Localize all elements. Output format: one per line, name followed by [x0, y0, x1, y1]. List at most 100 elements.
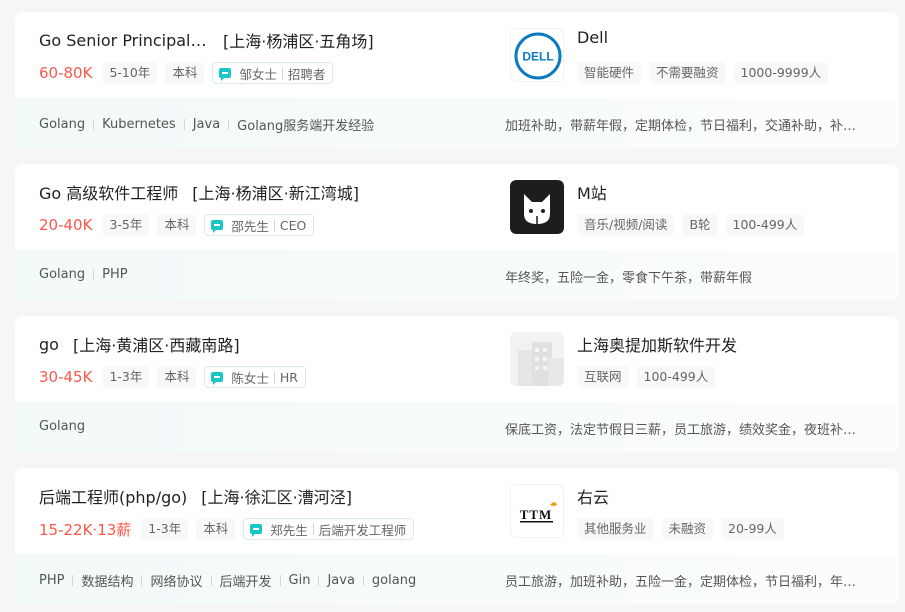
job-card[interactable]: Go 高级软件工程师 [上海·杨浦区·新江湾城] 20-40K 3-5年 本科 … — [15, 164, 899, 300]
divider — [93, 119, 95, 130]
divider — [210, 575, 212, 586]
skill-tag: Java — [327, 573, 355, 588]
salary: 15-22K·13薪 — [39, 520, 132, 539]
job-title[interactable]: go — [39, 335, 59, 354]
experience-tag: 1-3年 — [102, 366, 150, 388]
recruiter-title: 后端开发工程师 — [318, 522, 407, 538]
recruiter-name: 邵先生 — [231, 218, 269, 234]
divider — [318, 575, 320, 586]
divider — [228, 119, 230, 130]
job-card-header: go [上海·黄浦区·西藏南路] 30-45K 1-3年 本科 陈女士 HR 上… — [15, 316, 899, 402]
job-card-footer: Golang PHP 年终奖，五险一金，零食下午茶，带薪年假 — [15, 250, 899, 300]
skill-tag: Gin — [288, 573, 311, 588]
skill-tag: 数据结构 — [81, 575, 134, 590]
job-info-row: 60-80K 5-10年 本科 邹女士 招聘者 — [39, 62, 334, 84]
job-card-header: Go Senior Principal S... [上海·杨浦区·五角场] 60… — [15, 12, 899, 98]
company-funding: 不需要融资 — [649, 62, 726, 84]
company-size: 20-99人 — [721, 518, 784, 540]
divider — [273, 371, 275, 383]
benefits: 年终奖，五险一金，零食下午茶，带薪年假 — [505, 271, 753, 286]
chat-icon — [211, 372, 224, 385]
job-list: Go Senior Principal S... [上海·杨浦区·五角场] 60… — [0, 0, 905, 612]
recruiter-name: 陈女士 — [231, 370, 269, 386]
job-title[interactable]: 后端工程师(php/go) — [39, 484, 187, 508]
recruiter-name: 郑先生 — [270, 522, 308, 538]
job-info-row: 20-40K 3-5年 本科 邵先生 CEO — [39, 214, 315, 236]
company-funding: 未融资 — [661, 518, 714, 540]
benefits: 加班补助，带薪年假，定期体检，节日福利，交通补助，补… — [505, 119, 857, 134]
benefits: 员工旅游，加班补助，五险一金，定期体检，节日福利，年… — [505, 575, 857, 590]
job-title-row[interactable]: Go 高级软件工程师 [上海·杨浦区·新江湾城] — [39, 180, 359, 204]
job-location: [上海·杨浦区·五角场] — [223, 32, 374, 51]
recruiter-title: HR — [279, 369, 298, 385]
degree-tag: 本科 — [157, 214, 197, 236]
divider — [362, 575, 364, 586]
company-tags: 音乐/视频/阅读 B轮 100-499人 — [577, 214, 812, 236]
divider — [72, 575, 74, 586]
company-name[interactable]: Dell — [577, 28, 608, 47]
skill-tag: PHP — [39, 573, 65, 588]
company-logo[interactable]: TTM — [510, 484, 564, 538]
company-name[interactable]: 右云 — [577, 484, 609, 508]
degree-tag: 本科 — [196, 518, 236, 540]
job-card-footer: PHP 数据结构 网络协议 后端开发 Gin Java golang 员工旅游，… — [15, 554, 899, 604]
skill-tag: 后端开发 — [219, 575, 272, 590]
job-title-row[interactable]: Go Senior Principal S... [上海·杨浦区·五角场] — [39, 28, 374, 52]
skill-tag: Kubernetes — [102, 117, 176, 132]
recruiter-chat[interactable]: 郑先生 后端开发工程师 — [243, 518, 415, 540]
divider — [183, 119, 185, 130]
skill-tag: Golang — [39, 267, 86, 282]
job-card[interactable]: Go Senior Principal S... [上海·杨浦区·五角场] 60… — [15, 12, 899, 148]
recruiter-chat[interactable]: 邹女士 招聘者 — [212, 62, 334, 84]
recruiter-chat[interactable]: 邵先生 CEO — [204, 214, 315, 236]
job-location: [上海·杨浦区·新江湾城] — [192, 184, 359, 203]
skill-list: Golang — [39, 419, 85, 434]
company-logo[interactable] — [510, 332, 564, 386]
divider — [279, 575, 281, 586]
job-title[interactable]: Go 高级软件工程师 — [39, 180, 178, 204]
divider — [312, 523, 314, 535]
skill-tag: Golang — [39, 419, 86, 434]
skill-tag: golang — [371, 573, 417, 588]
company-tags: 智能硬件 不需要融资 1000-9999人 — [577, 62, 836, 84]
job-location: [上海·黄浦区·西藏南路] — [72, 336, 240, 355]
skill-tag: 网络协议 — [150, 575, 203, 590]
job-card[interactable]: 后端工程师(php/go) [上海·徐汇区·漕河泾] 15-22K·13薪 1-… — [15, 468, 899, 604]
skill-tag: PHP — [102, 267, 128, 282]
company-name[interactable]: M站 — [577, 180, 607, 204]
company-industry: 互联网 — [577, 366, 629, 388]
benefits: 保底工资，法定节假日三薪，员工旅游，绩效奖金，夜班补… — [505, 423, 857, 438]
degree-tag: 本科 — [165, 62, 205, 84]
experience-tag: 3-5年 — [102, 214, 150, 236]
chat-icon — [250, 524, 263, 537]
company-logo[interactable]: DELL — [510, 28, 564, 82]
job-card-header: 后端工程师(php/go) [上海·徐汇区·漕河泾] 15-22K·13薪 1-… — [15, 468, 899, 554]
company-funding: B轮 — [682, 214, 718, 236]
divider — [273, 219, 275, 231]
job-info-row: 15-22K·13薪 1-3年 本科 郑先生 后端开发工程师 — [39, 518, 415, 540]
skill-list: Golang Kubernetes Java Golang服务端开发经验 — [39, 115, 374, 134]
recruiter-name: 邹女士 — [239, 66, 277, 82]
skill-list: Golang PHP — [39, 267, 128, 282]
job-card[interactable]: go [上海·黄浦区·西藏南路] 30-45K 1-3年 本科 陈女士 HR 上… — [15, 316, 899, 452]
skill-tag: Golang — [39, 117, 86, 132]
divider — [141, 575, 143, 586]
salary: 60-80K — [39, 64, 93, 82]
job-card-footer: Golang 保底工资，法定节假日三薪，员工旅游，绩效奖金，夜班补… — [15, 402, 899, 452]
company-name[interactable]: 上海奥提加斯软件开发 — [577, 332, 737, 356]
recruiter-chat[interactable]: 陈女士 HR — [204, 366, 306, 388]
company-tags: 互联网 100-499人 — [577, 366, 723, 388]
company-size: 100-499人 — [725, 214, 805, 236]
job-title-row[interactable]: go [上海·黄浦区·西藏南路] — [39, 332, 240, 356]
skill-tag: Golang服务端开发经验 — [237, 119, 375, 134]
company-tags: 其他服务业 未融资 20-99人 — [577, 518, 792, 540]
job-title[interactable]: Go Senior Principal S... — [39, 31, 209, 50]
dell-logo-text: DELL — [522, 50, 553, 64]
job-location: [上海·徐汇区·漕河泾] — [201, 488, 352, 507]
company-logo[interactable] — [510, 180, 564, 234]
experience-tag: 5-10年 — [102, 62, 158, 84]
job-title-row[interactable]: 后端工程师(php/go) [上海·徐汇区·漕河泾] — [39, 484, 352, 508]
company-industry: 其他服务业 — [577, 518, 654, 540]
skill-tag: Java — [192, 117, 221, 132]
company-size: 100-499人 — [636, 366, 716, 388]
